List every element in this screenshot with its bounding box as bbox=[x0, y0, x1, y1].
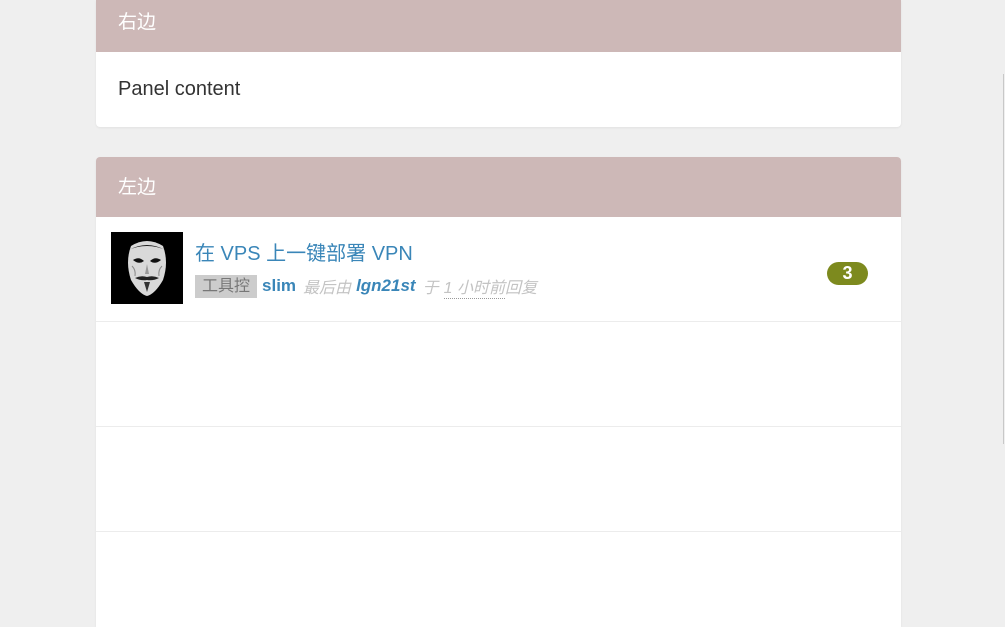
reply-suffix: 回复 bbox=[504, 280, 537, 297]
reply-time: 1 小时前 bbox=[443, 274, 505, 299]
anonymous-mask-avatar[interactable] bbox=[111, 232, 183, 304]
empty-list-item bbox=[96, 322, 901, 427]
author-link[interactable]: slim bbox=[262, 276, 296, 296]
right-panel-content: Panel content bbox=[118, 78, 241, 100]
reply-count-badge[interactable]: 3 bbox=[827, 262, 868, 285]
last-replier-link[interactable]: lgn21st bbox=[356, 276, 416, 296]
right-panel: 右边 Panel content bbox=[96, 0, 901, 127]
topic-meta: 工具控 slim 最后由 lgn21st 于 1 小时前 回复 bbox=[195, 274, 537, 299]
topic-row: 在 VPS 上一键部署 VPN 工具控 slim 最后由 lgn21st 于 1… bbox=[96, 217, 901, 322]
scrollbar[interactable] bbox=[1003, 74, 1004, 444]
empty-list-item bbox=[96, 427, 901, 532]
last-reply-prefix: 最后由 bbox=[303, 280, 352, 297]
right-panel-heading: 右边 bbox=[96, 0, 901, 52]
left-panel: 左边 在 VPS 上一键部署 VPN 工具控 slim 最后由 lgn21st … bbox=[96, 157, 901, 627]
topic-title-link[interactable]: 在 VPS 上一键部署 VPN bbox=[195, 237, 413, 266]
time-prefix: 于 bbox=[422, 280, 439, 297]
node-tag[interactable]: 工具控 bbox=[195, 274, 258, 298]
left-panel-heading: 左边 bbox=[96, 157, 901, 217]
